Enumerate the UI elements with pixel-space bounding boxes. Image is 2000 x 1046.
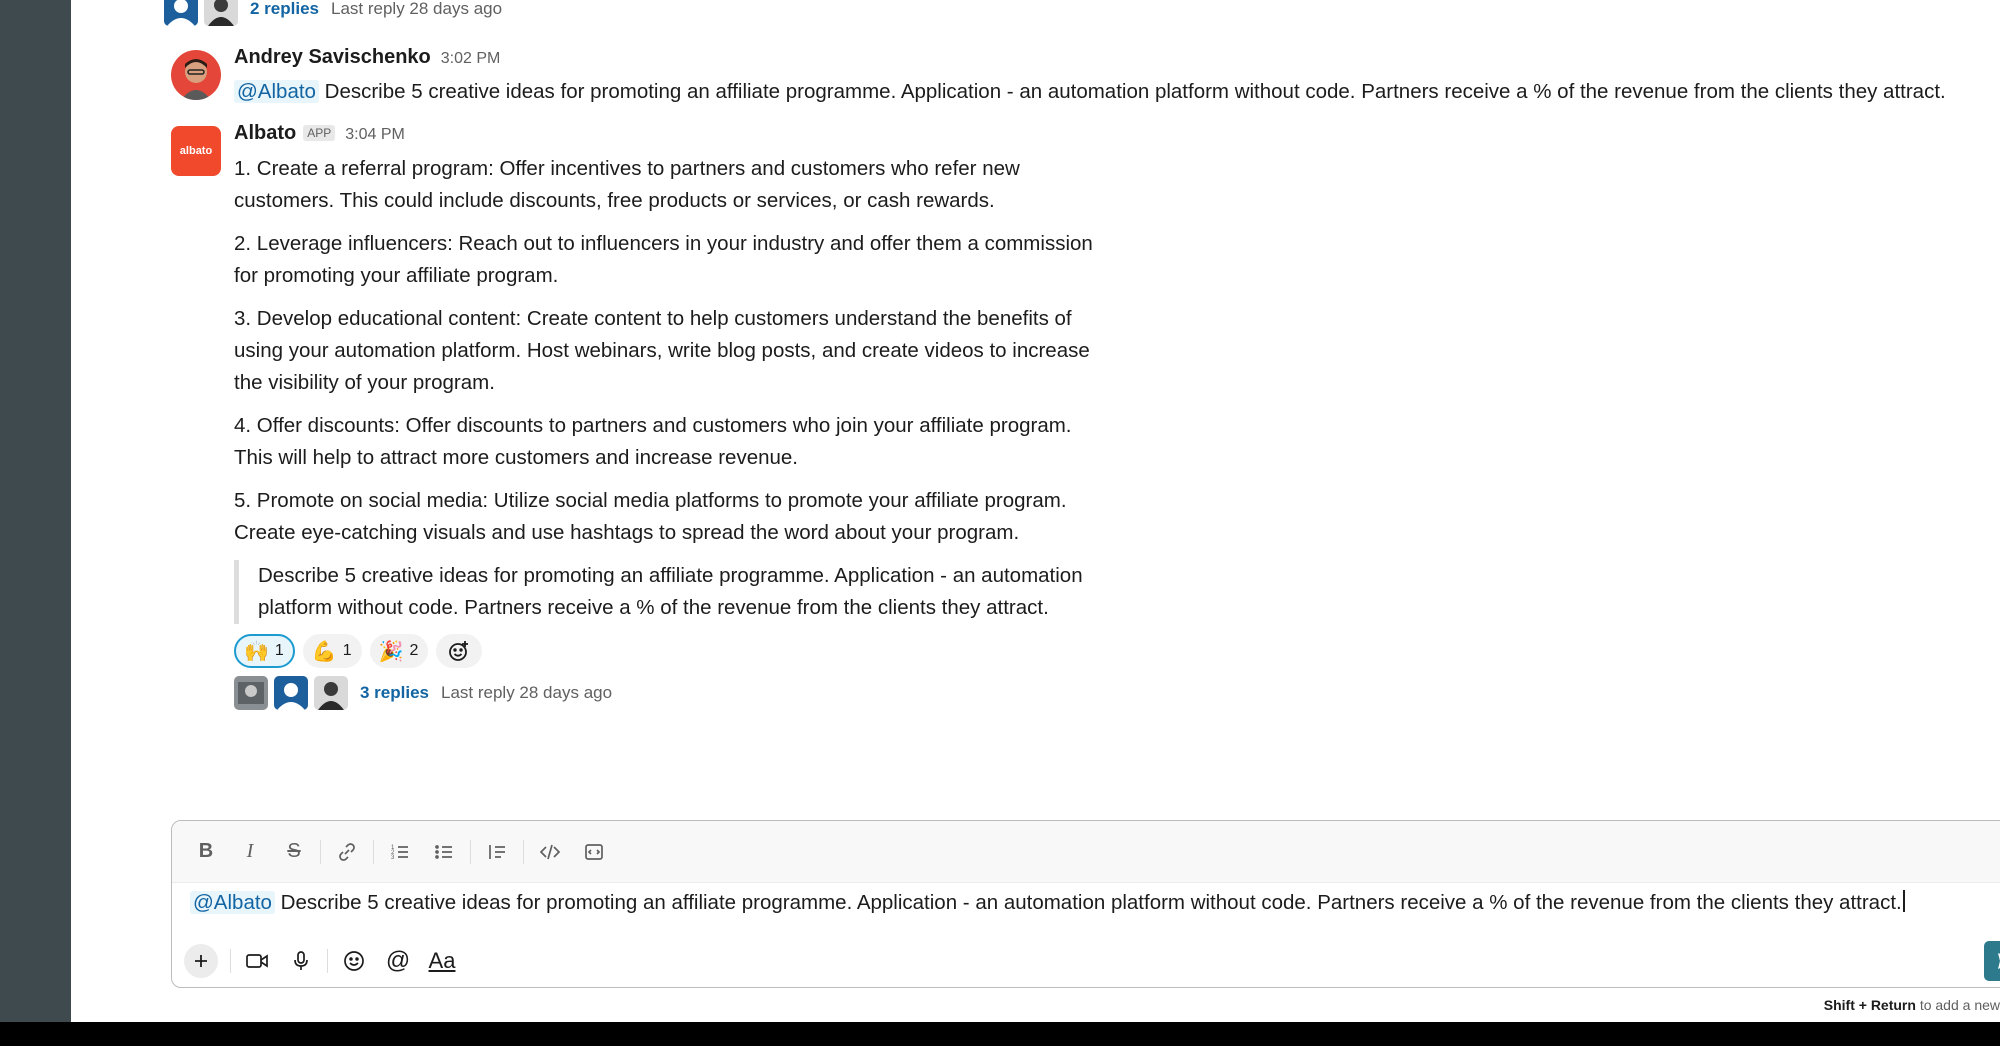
italic-icon[interactable]: I — [228, 830, 272, 874]
toolbar-divider — [230, 949, 231, 973]
formatting-icon[interactable]: Aa — [420, 941, 464, 981]
albato-logo[interactable]: albato — [171, 126, 221, 176]
message-content: Describe 5 creative ideas for promoting … — [324, 80, 1946, 103]
bulleted-list-icon[interactable] — [422, 830, 466, 874]
mention-albato[interactable]: @Albato — [190, 891, 275, 914]
avatar — [274, 676, 308, 710]
last-reply-text: Last reply 28 days ago — [331, 0, 503, 18]
message-composer[interactable]: B I S 123 @Albato Describe 5 creative id… — [171, 820, 2000, 988]
last-reply-text: Last reply 28 days ago — [441, 683, 613, 702]
avatar — [164, 0, 198, 26]
composer-hint: Shift + Return to add a new — [1824, 997, 2000, 1013]
code-block-icon[interactable] — [572, 830, 616, 874]
toolbar-divider — [320, 839, 321, 864]
bold-icon[interactable]: B — [184, 830, 228, 874]
replies-link[interactable]: 2 replies — [250, 0, 319, 19]
message-text: @Albato Describe 5 creative ideas for pr… — [234, 76, 1946, 108]
mention-albato[interactable]: @Albato — [234, 80, 319, 103]
paragraph-1: 1. Create a referral program: Offer ince… — [234, 157, 1020, 212]
blockquote-icon[interactable] — [475, 830, 519, 874]
sender-name[interactable]: Andrey Savischenko — [234, 46, 431, 69]
quoted-prompt: Describe 5 creative ideas for promoting … — [234, 560, 1114, 624]
strikethrough-icon[interactable]: S — [272, 830, 316, 874]
add-reaction-button[interactable] — [436, 634, 483, 668]
text-caret — [1902, 890, 1905, 912]
avatar[interactable] — [171, 50, 221, 100]
raised-hands-icon: 🙌 — [244, 640, 269, 663]
composer-text: Describe 5 creative ideas for promoting … — [280, 891, 1902, 914]
formatting-label: Aa — [428, 948, 456, 973]
flexed-biceps-icon: 💪 — [311, 640, 337, 663]
composer-input[interactable]: @Albato Describe 5 creative ideas for pr… — [190, 887, 1905, 919]
plus-icon[interactable] — [184, 944, 218, 978]
hint-key: Shift + Return — [1823, 997, 1916, 1013]
reaction-count: 1 — [342, 642, 352, 659]
app-badge: APP — [303, 125, 336, 141]
reaction-flexed-biceps[interactable]: 💪 1 — [302, 634, 362, 668]
avatar — [234, 676, 268, 710]
replies-link[interactable]: 3 replies — [360, 683, 429, 703]
toolbar-divider — [470, 839, 471, 864]
paragraph-5: 5. Promote on social media: Utilize soci… — [234, 489, 1067, 544]
reactions-bar: 🙌 1 💪 1 🎉 2 — [234, 634, 1114, 668]
message-pane: 2 replies Last reply 28 days ago Andrey … — [71, 0, 2000, 1022]
toolbar-divider — [523, 839, 524, 864]
toolbar-divider — [373, 839, 374, 864]
reaction-count: 1 — [274, 642, 284, 659]
add-emoji-icon — [449, 641, 469, 661]
video-icon[interactable] — [235, 941, 279, 981]
composer-actions: @ Aa — [184, 941, 464, 981]
svg-text:3: 3 — [391, 855, 395, 861]
sidebar-strip — [0, 0, 71, 1022]
formatting-toolbar: B I S 123 — [172, 821, 2000, 883]
sender-name[interactable]: Albato — [234, 122, 296, 145]
party-popper-icon: 🎉 — [378, 640, 404, 663]
avatar — [204, 0, 238, 26]
mention-icon[interactable]: @ — [376, 941, 420, 981]
paragraph-2: 2. Leverage influencers: Reach out to in… — [234, 232, 1093, 287]
code-icon[interactable] — [528, 830, 572, 874]
reaction-party-popper[interactable]: 🎉 2 — [369, 634, 429, 668]
reaction-raised-hands[interactable]: 🙌 1 — [234, 634, 295, 668]
reaction-count: 2 — [409, 642, 419, 659]
albato-logo-text: albato — [179, 145, 213, 157]
timestamp[interactable]: 3:04 PM — [345, 126, 405, 144]
paragraph-3: 3. Develop educational content: Create c… — [234, 307, 1090, 394]
bottom-bar — [0, 1022, 2000, 1046]
send-icon — [1998, 953, 2000, 969]
thread-summary[interactable]: 3 replies Last reply 28 days ago — [234, 676, 1114, 710]
microphone-icon[interactable] — [279, 941, 323, 981]
thread-summary-top[interactable]: 2 replies Last reply 28 days ago — [164, 0, 502, 26]
send-button[interactable] — [1984, 941, 2000, 981]
hint-text: to add a new — [1919, 997, 2000, 1013]
avatar — [314, 676, 348, 710]
paragraph-4: 4. Offer discounts: Offer discounts to p… — [234, 414, 1072, 469]
link-icon[interactable] — [325, 830, 369, 874]
emoji-icon[interactable] — [332, 941, 376, 981]
ordered-list-icon[interactable]: 123 — [378, 830, 422, 874]
toolbar-divider — [327, 949, 328, 973]
timestamp[interactable]: 3:02 PM — [441, 50, 501, 68]
